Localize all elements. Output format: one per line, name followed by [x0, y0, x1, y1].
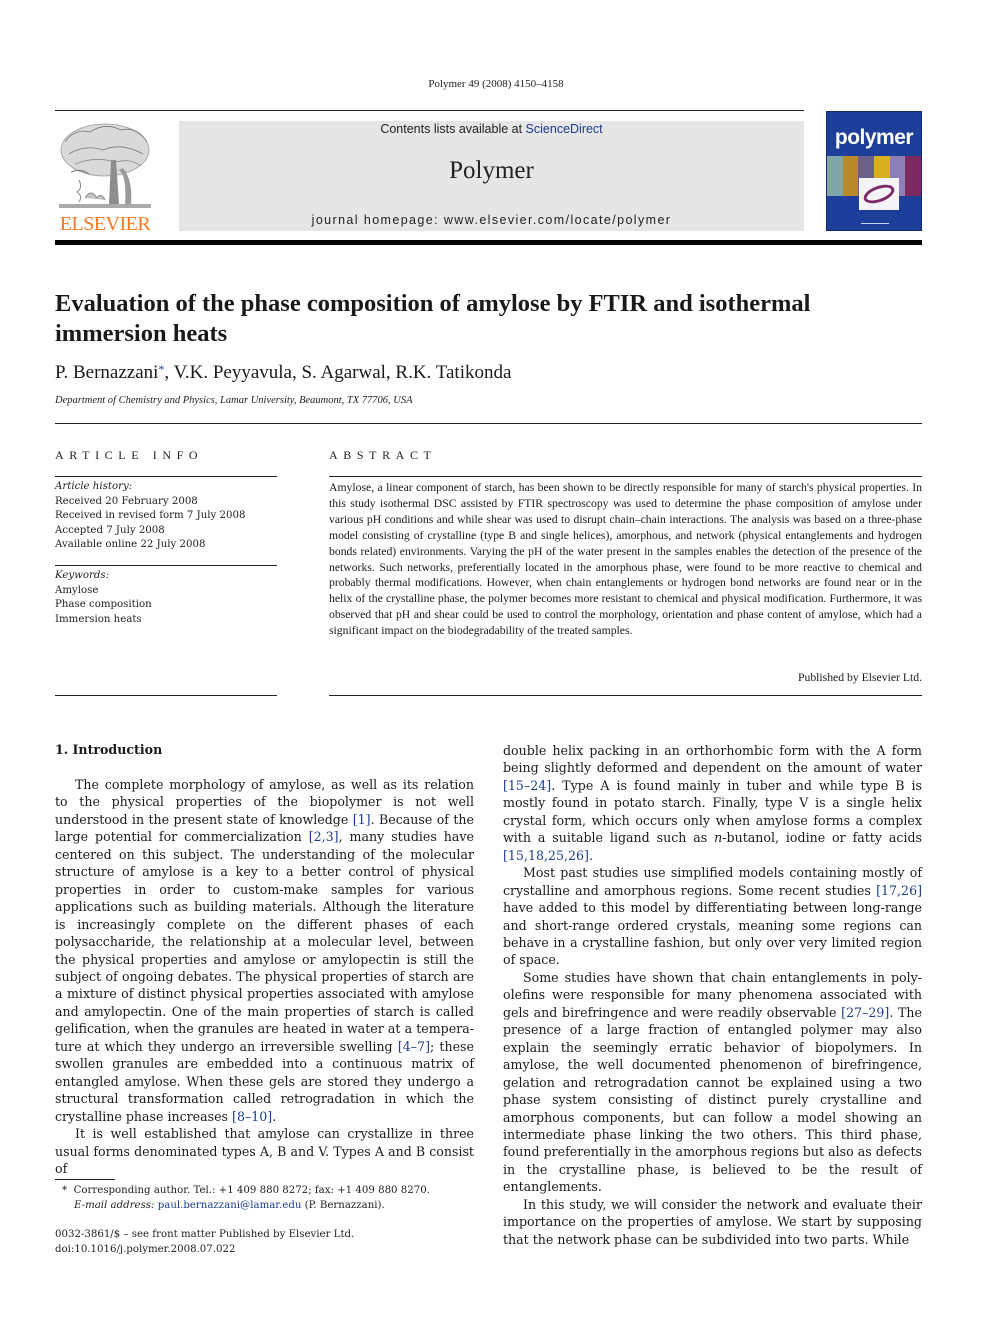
email-label: E-mail address: [74, 1200, 155, 1211]
keyword: Phase composition [55, 599, 152, 610]
history-item: Received 20 February 2008 [55, 495, 198, 507]
author-list: P. Bernazzani*, V.K. Peyyavula, S. Agarw… [55, 362, 512, 383]
footnote-marker: * [62, 1185, 68, 1196]
front-matter: 0032-3861/$ – see front matter Published… [55, 1228, 354, 1257]
reference-link[interactable]: [1] [353, 812, 371, 827]
body-column-right: double helix packing in an orthorhombic … [503, 742, 922, 1248]
divider [55, 565, 277, 566]
journal-cover-image[interactable]: polymer [826, 111, 922, 231]
published-by: Published by Elsevier Ltd. [797, 671, 922, 684]
header-bottom-rule [55, 240, 922, 245]
journal-citation: Polymer 49 (2008) 4150–4158 [428, 78, 564, 90]
doi[interactable]: doi:10.1016/j.polymer.2008.07.022 [55, 1243, 354, 1258]
abstract-text: Amylose, a linear component of starch, h… [329, 481, 922, 638]
keywords-label: Keywords: [55, 570, 110, 581]
author-name[interactable]: V.K. Peyyavula [174, 362, 292, 383]
body-paragraph: Some studies have shown that chain entan… [503, 969, 922, 1195]
article-title: Evaluation of the phase composition of a… [55, 290, 811, 347]
body-paragraph: In this study, we will consider the netw… [503, 1196, 922, 1247]
section-heading-introduction: 1. Introduction [55, 742, 163, 757]
divider [55, 476, 277, 477]
email-suffix: (P. Bernazzani). [301, 1200, 385, 1211]
contents-line: Contents lists available at ScienceDirec… [179, 122, 804, 136]
keyword: Immersion heats [55, 613, 142, 625]
italic-text: n [714, 830, 723, 846]
email-link[interactable]: paul.bernazzani@lamar.edu [158, 1200, 302, 1211]
reference-link[interactable]: [15,18,25,26] [503, 848, 589, 863]
body-paragraph: Most past studies use simplified models … [503, 865, 922, 968]
sciencedirect-link[interactable]: ScienceDirect [526, 122, 603, 136]
reference-link[interactable]: [2,3] [309, 829, 339, 844]
article-history-label: Article history: [55, 481, 133, 492]
article-history: Article history: Received 20 February 20… [55, 480, 277, 553]
reference-link[interactable]: [27–29] [841, 1005, 889, 1020]
author-name[interactable]: P. Bernazzani [55, 362, 158, 383]
reference-link[interactable]: [17,26] [876, 883, 922, 898]
body-paragraph: double helix packing in an orthorhombic … [503, 743, 922, 863]
body-paragraph: The complete morphology of amylose, as w… [55, 777, 474, 1124]
cover-footer [827, 223, 921, 225]
reference-link[interactable]: [4–7] [398, 1039, 430, 1054]
article-info-heading: ARTICLE INFO [55, 448, 204, 462]
elsevier-wordmark: ELSEVIER [59, 213, 151, 235]
keyword: Amylose [55, 584, 99, 596]
divider [55, 423, 922, 424]
journal-name: Polymer [449, 157, 534, 184]
divider [329, 695, 922, 696]
body-paragraph: It is well established that amylose can … [55, 1126, 474, 1176]
journal-masthead: Contents lists available at ScienceDirec… [179, 121, 804, 231]
reference-link[interactable]: [8–10] [232, 1109, 272, 1124]
footnote-contact: Corresponding author. Tel.: +1 409 880 8… [73, 1185, 430, 1196]
footnote-email-line: E-mail address: paul.bernazzani@lamar.ed… [62, 1198, 482, 1213]
issn-line: 0032-3861/$ – see front matter Published… [55, 1229, 355, 1240]
elsevier-logo[interactable]: ELSEVIER [55, 120, 155, 235]
history-item: Accepted 7 July 2008 [55, 524, 165, 536]
keywords: Keywords: Amylose Phase composition Imme… [55, 569, 277, 627]
reference-link[interactable]: [15–24] [503, 778, 551, 793]
body-column-left: The complete morphology of amylose, as w… [55, 776, 474, 1177]
footnote: * Corresponding author. Tel.: +1 409 880… [62, 1183, 482, 1213]
footnote-corresponding: * Corresponding author. Tel.: +1 409 880… [62, 1183, 482, 1198]
affiliation: Department of Chemistry and Physics, Lam… [55, 395, 413, 406]
elsevier-tree-icon [59, 123, 151, 208]
cover-title: polymer [834, 126, 914, 149]
footnote-rule [55, 1179, 115, 1180]
author-name[interactable]: R.K. Tatikonda [395, 362, 511, 383]
abstract-heading: ABSTRACT [329, 448, 437, 462]
contents-prefix: Contents lists available at [380, 122, 526, 136]
history-item: Available online 22 July 2008 [55, 539, 206, 550]
journal-homepage-link[interactable]: journal homepage: www.elsevier.com/locat… [179, 213, 804, 227]
divider [329, 476, 922, 477]
divider [55, 695, 277, 696]
history-item: Received in revised form 7 July 2008 [55, 510, 246, 521]
header-top-rule [55, 110, 804, 111]
corresponding-author-marker[interactable]: * [158, 362, 164, 376]
author-name[interactable]: S. Agarwal [301, 362, 385, 383]
